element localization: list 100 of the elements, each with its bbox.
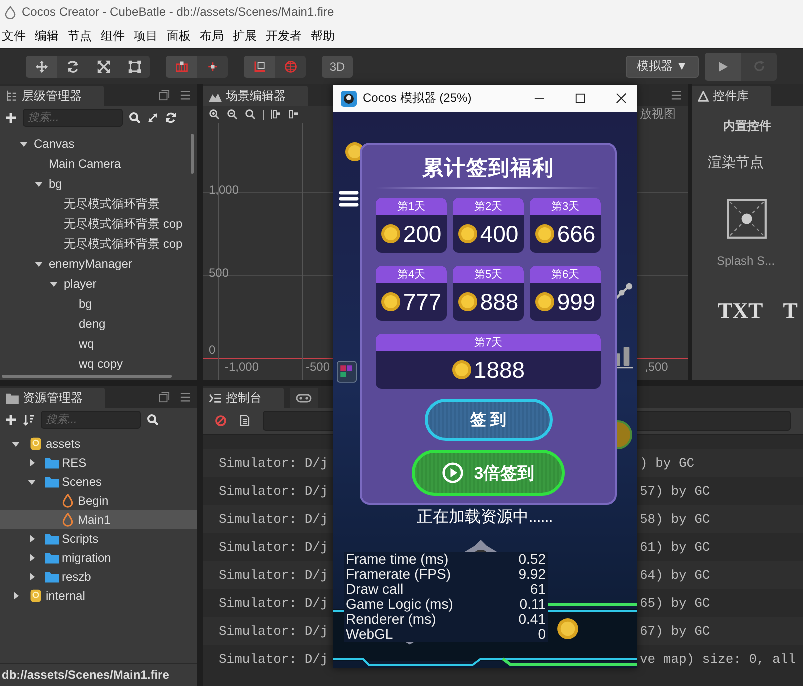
widget-library-tab[interactable]: 控件库 bbox=[692, 86, 771, 106]
node-item[interactable]: deng bbox=[79, 317, 106, 331]
asset-item[interactable]: Begin bbox=[0, 491, 197, 510]
triple-sign-in-button[interactable]: 3倍签到 bbox=[412, 450, 565, 496]
add-icon[interactable] bbox=[5, 414, 17, 426]
zoom-in-icon[interactable] bbox=[209, 109, 220, 120]
close-icon[interactable] bbox=[616, 93, 627, 104]
pivot-tool-button[interactable] bbox=[166, 56, 197, 78]
clear-icon[interactable] bbox=[215, 415, 227, 427]
zoom-label[interactable]: 放视图 bbox=[640, 106, 682, 123]
popout-icon[interactable] bbox=[159, 392, 170, 403]
reward-amount: 200 bbox=[403, 220, 442, 248]
log-text: 65) by GC bbox=[640, 596, 710, 610]
node-item[interactable]: 无尽模式循环背景 cop bbox=[64, 216, 183, 232]
expand-arrow-icon[interactable] bbox=[28, 572, 36, 580]
rect-tool-button[interactable] bbox=[119, 56, 150, 78]
expand-icon[interactable] bbox=[147, 112, 159, 124]
console-tab[interactable]: 控制台 bbox=[203, 388, 284, 408]
node-item[interactable]: Main Camera bbox=[49, 157, 122, 171]
search-field[interactable]: 搜索... bbox=[41, 411, 141, 429]
database-icon bbox=[29, 436, 43, 450]
document-icon[interactable] bbox=[239, 415, 251, 427]
expand-arrow-icon[interactable] bbox=[28, 534, 36, 542]
scrollbar[interactable] bbox=[191, 134, 194, 174]
expand-arrow-icon[interactable] bbox=[28, 478, 36, 486]
expand-arrow-icon[interactable] bbox=[20, 140, 28, 148]
zoom-reset-icon[interactable] bbox=[245, 109, 256, 120]
node-item[interactable]: wq bbox=[79, 337, 94, 351]
3d-mode-button[interactable]: 3D bbox=[322, 56, 353, 78]
scene-editor-tab[interactable]: 场景编辑器 bbox=[203, 86, 308, 106]
maximize-icon[interactable] bbox=[575, 93, 586, 104]
day-label: 第5天 bbox=[453, 266, 524, 283]
asset-item[interactable]: Scenes bbox=[0, 472, 197, 491]
menu-item[interactable]: 帮助 bbox=[309, 28, 342, 44]
node-item[interactable]: player bbox=[64, 277, 97, 291]
scrollbar[interactable] bbox=[2, 375, 172, 378]
popout-icon[interactable] bbox=[159, 90, 170, 101]
block-icon[interactable] bbox=[337, 360, 357, 384]
menu-item[interactable]: 组件 bbox=[99, 28, 132, 44]
label-widget[interactable]: T bbox=[783, 298, 798, 324]
align-center-icon[interactable] bbox=[289, 109, 300, 120]
label-widget[interactable]: TXT bbox=[718, 298, 764, 324]
node-item[interactable]: bg bbox=[79, 297, 92, 311]
stat-label: WebGL bbox=[346, 627, 394, 642]
menu-item[interactable]: 扩展 bbox=[231, 28, 264, 44]
expand-arrow-icon[interactable] bbox=[28, 458, 36, 466]
node-item[interactable]: 无尽模式循环背景 bbox=[64, 196, 160, 212]
search-icon[interactable] bbox=[147, 414, 159, 426]
database-icon bbox=[29, 588, 43, 602]
asset-item[interactable]: RES bbox=[0, 453, 197, 472]
sign-in-button[interactable]: 签 到 bbox=[424, 399, 552, 441]
menu-item[interactable]: 文件 bbox=[0, 28, 33, 44]
menu-item[interactable]: 开发者 bbox=[264, 28, 309, 44]
asset-item[interactable]: assets bbox=[0, 434, 197, 453]
anchor-tool-button[interactable] bbox=[197, 56, 228, 78]
align-left-icon[interactable] bbox=[271, 109, 282, 120]
coin-icon bbox=[557, 618, 579, 640]
sort-icon[interactable] bbox=[23, 414, 35, 426]
reward-amount: 777 bbox=[403, 288, 442, 316]
hierarchy-tab[interactable]: 层级管理器 bbox=[0, 86, 104, 106]
widget-caption: Splash S... bbox=[717, 254, 776, 268]
global-tool-button[interactable] bbox=[275, 56, 306, 78]
node-item[interactable]: wq copy bbox=[79, 357, 124, 371]
asset-item[interactable]: internal bbox=[0, 586, 197, 605]
zoom-out-icon[interactable] bbox=[227, 109, 238, 120]
game-tab-icon[interactable] bbox=[290, 388, 318, 408]
sprite-icon[interactable] bbox=[726, 198, 768, 240]
search-field[interactable]: 搜索... bbox=[23, 109, 123, 127]
expand-arrow-icon[interactable] bbox=[28, 554, 36, 562]
assets-tab[interactable]: 资源管理器 bbox=[0, 388, 105, 408]
coin-icon bbox=[458, 224, 478, 244]
expand-arrow-icon[interactable] bbox=[12, 440, 20, 448]
refresh-icon[interactable] bbox=[165, 112, 177, 124]
expand-arrow-icon[interactable] bbox=[12, 592, 20, 600]
search-icon[interactable] bbox=[129, 112, 141, 124]
menu-item[interactable]: 面板 bbox=[165, 28, 198, 44]
menu-item[interactable]: 布局 bbox=[198, 28, 231, 44]
node-item[interactable]: 无尽模式循环背景 cop bbox=[64, 236, 183, 252]
asset-item[interactable]: Main1 bbox=[0, 510, 197, 529]
asset-item[interactable]: migration bbox=[0, 548, 197, 567]
add-icon[interactable] bbox=[5, 112, 17, 124]
expand-arrow-icon[interactable] bbox=[35, 180, 43, 188]
play-button[interactable] bbox=[705, 52, 741, 80]
expand-arrow-icon[interactable] bbox=[35, 260, 43, 268]
node-item[interactable]: Canvas bbox=[34, 137, 75, 151]
expand-arrow-icon[interactable] bbox=[50, 280, 58, 288]
menu-item[interactable]: 节点 bbox=[66, 28, 99, 44]
move-tool-button[interactable] bbox=[26, 56, 57, 78]
asset-item[interactable]: Scripts bbox=[0, 529, 197, 548]
local-tool-button[interactable] bbox=[244, 56, 275, 78]
simulator-title: Cocos 模拟器 (25%) bbox=[363, 90, 472, 107]
menu-item[interactable]: 编辑 bbox=[33, 28, 66, 44]
node-item[interactable]: bg bbox=[49, 177, 62, 191]
rotate-tool-button[interactable] bbox=[57, 56, 88, 78]
coin-icon bbox=[452, 360, 472, 380]
platform-dropdown[interactable]: 模拟器 ▼ bbox=[626, 56, 699, 78]
axis-label: 1,000 bbox=[209, 183, 240, 197]
menu-item[interactable]: 项目 bbox=[132, 28, 165, 44]
asset-item[interactable]: reszb bbox=[0, 567, 197, 586]
node-item[interactable]: enemyManager bbox=[49, 257, 132, 271]
